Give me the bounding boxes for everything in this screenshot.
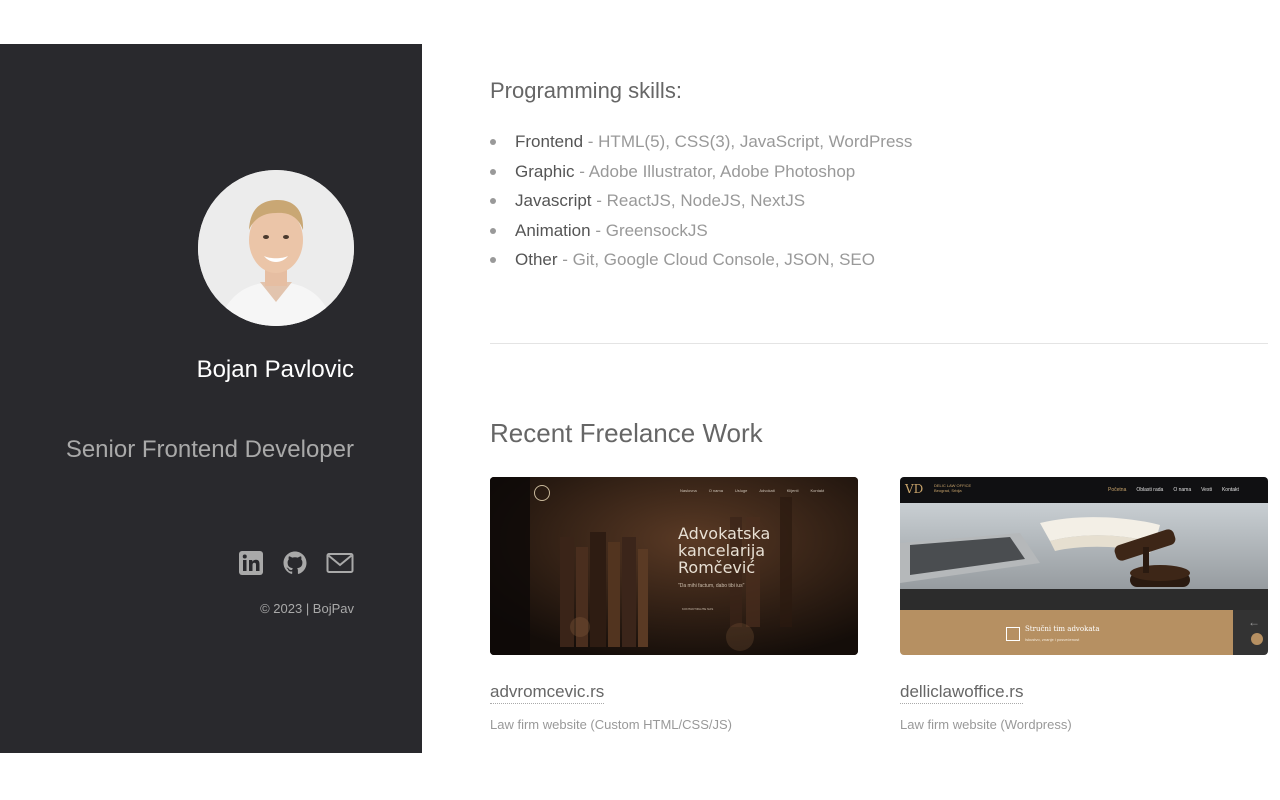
work-link-advromcevic[interactable]: advromcevic.rs — [490, 682, 605, 704]
preview-nav-item: Kontakt — [1221, 487, 1239, 493]
skill-category: Graphic — [515, 161, 575, 181]
work-thumbnail-delliclawoffice[interactable]: VD DELIC LAW OFFICE Beograd, Srbija Poče… — [900, 477, 1268, 655]
preview-headline-line: kancelarija — [678, 541, 766, 560]
skill-details: - HTML(5), CSS(3), JavaScript, WordPress — [583, 132, 913, 151]
profile-sidebar: Bojan Pavlovic Senior Frontend Developer… — [0, 44, 422, 753]
linkedin-icon[interactable] — [238, 550, 264, 576]
skill-details: - ReactJS, NodeJS, NextJS — [591, 191, 806, 211]
preview-nav-item: O nama — [1173, 487, 1192, 493]
scroll-top-icon — [1251, 633, 1263, 645]
preview-logo-sub: DELIC LAW OFFICE Beograd, Srbija — [934, 483, 971, 493]
skill-item-javascript: Javascript - ReactJS, NodeJS, NextJS — [490, 189, 912, 219]
preview-nav-item: Naslovna — [680, 488, 697, 493]
preview-nav-item: Početna — [1108, 487, 1127, 493]
preview-logo: VD — [905, 482, 924, 496]
social-links — [238, 550, 354, 576]
preview-strip — [900, 589, 1268, 610]
preview-quote: "Da mihi factum, dabo tibi ius" — [678, 583, 745, 589]
avatar-photo — [198, 170, 354, 326]
skill-item-other: Other - Git, Google Cloud Console, JSON,… — [490, 248, 912, 278]
skill-details: - Adobe Illustrator, Adobe Photoshop — [574, 161, 856, 181]
profile-role: Senior Frontend Developer — [65, 436, 354, 463]
preview-logo-line: Beograd, Srbija — [934, 488, 962, 493]
work-title: Recent Freelance Work — [490, 418, 763, 448]
avatar — [198, 170, 354, 326]
skill-details: - GreensockJS — [590, 220, 708, 240]
skill-category: Animation — [515, 220, 591, 240]
skill-category: Javascript — [515, 191, 592, 211]
skills-list: Frontend - HTML(5), CSS(3), JavaScript, … — [490, 130, 912, 278]
preview-nav-item: Klijenti — [786, 488, 799, 493]
work-card: Naslovna O nama Usluge Advokati Klijenti… — [490, 477, 858, 732]
preview-nav-item: Vesti — [1201, 487, 1212, 493]
preview-nav-item: Oblasti rada — [1136, 487, 1164, 493]
preview-nav: Naslovna O nama Usluge Advokati Klijenti… — [680, 488, 824, 493]
person-icon — [1006, 627, 1020, 641]
mail-icon[interactable] — [326, 550, 354, 576]
preview-nav-item: O nama — [708, 488, 723, 493]
github-icon[interactable] — [282, 550, 308, 576]
preview-headline-line: Romčević — [678, 558, 756, 577]
preview-headline: Advokatska kancelarija Romčević — [678, 525, 770, 576]
skill-details: - Git, Google Cloud Console, JSON, SEO — [557, 250, 875, 270]
preview-button: KONTAKTIRAJTE NAS — [682, 607, 714, 611]
section-divider — [490, 343, 1268, 344]
skill-item-graphic: Graphic - Adobe Illustrator, Adobe Photo… — [490, 160, 912, 190]
work-description: Law firm website (Wordpress) — [900, 717, 1072, 732]
skill-item-frontend: Frontend - HTML(5), CSS(3), JavaScript, … — [490, 130, 912, 160]
skills-title: Programming skills: — [490, 78, 682, 103]
work-card: VD DELIC LAW OFFICE Beograd, Srbija Poče… — [900, 477, 1268, 732]
preview-banner-subtitle: Iskustvo, znanje i posvećenost — [1025, 637, 1080, 642]
skill-item-animation: Animation - GreensockJS — [490, 219, 912, 249]
preview-nav: Početna Oblasti rada O nama Vesti Kontak… — [1108, 487, 1239, 493]
skill-category: Other — [515, 250, 558, 270]
work-link-delliclawoffice[interactable]: delliclawoffice.rs — [900, 682, 1024, 704]
preview-banner-title: Stručni tim advokata — [1025, 625, 1100, 633]
skill-category: Frontend — [515, 132, 584, 151]
work-thumbnail-advromcevic[interactable]: Naslovna O nama Usluge Advokati Klijenti… — [490, 477, 858, 655]
romcevic-logo — [534, 485, 550, 501]
profile-name: Bojan Pavlovic — [196, 356, 354, 383]
preview-headline-line: Advokatska — [678, 524, 771, 543]
preview-nav-item: Advokati — [759, 488, 775, 493]
library-background — [490, 477, 858, 655]
arrow-left-icon: ← — [1248, 615, 1260, 629]
preview-nav-item: Usluge — [734, 488, 748, 493]
preview-nav-item: Kontakt — [810, 488, 825, 493]
copyright-text: © 2023 | BojPav — [260, 601, 354, 616]
work-description: Law firm website (Custom HTML/CSS/JS) — [490, 717, 732, 732]
